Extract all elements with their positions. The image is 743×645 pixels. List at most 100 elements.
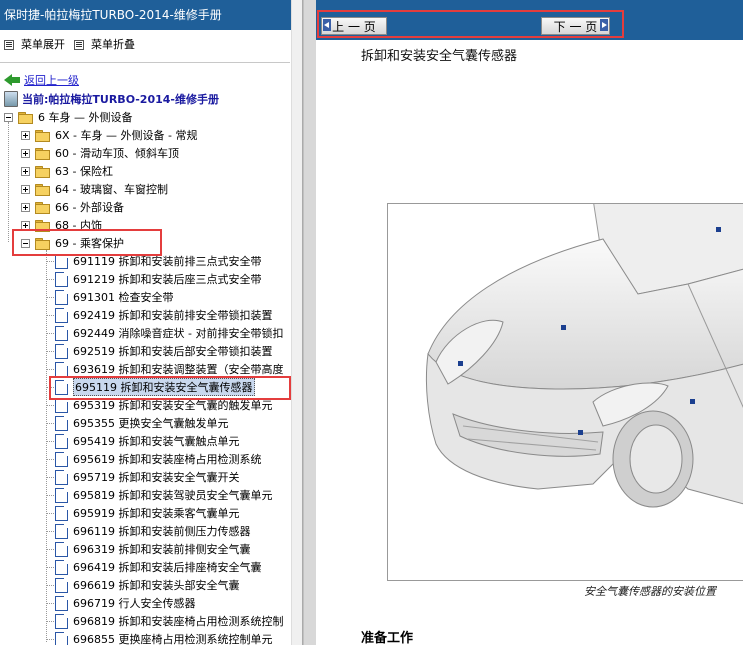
tree-guide [46,250,47,642]
tree-document-label: 691301 检查安全带 [73,291,174,304]
folder-icon [35,201,50,214]
tree-document-item[interactable]: 696819 拆卸和安装座椅占用检测系统控制 [55,612,284,630]
expand-icon[interactable] [21,166,30,176]
expand-icon[interactable] [21,202,30,212]
tree-folder-item[interactable]: 63 - 保险杠 [21,162,113,180]
tree-document-item[interactable]: 691301 检查安全带 [55,288,174,306]
tree-document-label: 692419 拆卸和安装前排安全带锁扣装置 [73,309,273,322]
tree-folder-label: 60 - 滑动车顶、倾斜车顶 [55,147,179,160]
book-icon [4,91,18,107]
tree-guide [46,387,54,388]
tree-document-item[interactable]: 695619 拆卸和安装座椅占用检测系统 [55,450,262,468]
tree-folder-item[interactable]: 68 - 内饰 [21,216,102,234]
tree-document-item[interactable]: 695119 拆卸和安装安全气囊传感器 [55,378,255,396]
tree-document-item[interactable]: 695819 拆卸和安装驾驶员安全气囊单元 [55,486,273,504]
tree-document-item[interactable]: 696719 行人安全传感器 [55,594,196,612]
tree-folder-item[interactable]: 6X - 车身 — 外侧设备 - 常规 [21,126,197,144]
tree-folder-label: 63 - 保险杠 [55,165,113,178]
tree-folder-item[interactable]: 66 - 外部设备 [21,198,124,216]
document-icon [55,361,68,377]
document-icon [55,505,68,521]
tree-document-item[interactable]: 696419 拆卸和安装后排座椅安全气囊 [55,558,262,576]
tree-node-69-passenger-protection[interactable]: 69 - 乘客保护 [21,234,124,252]
left-nav-panel: 保时捷-帕拉梅拉TURBO-2014-维修手册 菜单展开 菜单折叠 返回上一级 … [0,0,303,645]
tree-document-item[interactable]: 692449 消除噪音症状 - 对前排安全带锁扣 [55,324,283,342]
tree-document-item[interactable]: 692419 拆卸和安装前排安全带锁扣装置 [55,306,273,324]
tree-document-label: 696819 拆卸和安装座椅占用检测系统控制 [73,615,284,628]
tree-document-label: 696619 拆卸和安装头部安全气囊 [73,579,240,592]
tree-document-label: 695919 拆卸和安装乘客气囊单元 [73,507,240,520]
airbag-sensor-marker [690,399,695,404]
expand-icon[interactable] [21,220,30,230]
document-icon [55,253,68,269]
expand-icon[interactable] [21,148,30,158]
tree-document-label: 696119 拆卸和安装前侧压力传感器 [73,525,251,538]
expand-icon[interactable] [21,130,30,140]
expand-all-button[interactable]: 菜单展开 [4,38,65,52]
tree-document-item[interactable]: 696855 更换座椅占用检测系统控制单元 [55,630,273,645]
tree-document-label: 693619 拆卸和安装调整装置（安全带高度 [73,363,284,376]
tree-document-item[interactable]: 696319 拆卸和安装前排侧安全气囊 [55,540,251,558]
tree-document-label: 695355 更换安全气囊触发单元 [73,417,229,430]
left-scrollbar[interactable] [291,0,302,645]
tree-document-label: 695419 拆卸和安装气囊触点单元 [73,435,240,448]
manual-title-bar: 保时捷-帕拉梅拉TURBO-2014-维修手册 [0,0,302,30]
tree-document-item[interactable]: 695319 拆卸和安装安全气囊的触发单元 [55,396,273,414]
tree-guide [46,477,54,478]
collapse-all-button[interactable]: 菜单折叠 [74,38,135,52]
tree-document-item[interactable]: 693619 拆卸和安装调整装置（安全带高度 [55,360,284,378]
tree-folder-label: 6X - 车身 — 外侧设备 - 常规 [55,129,198,142]
expand-icon[interactable] [21,184,30,194]
tree-document-item[interactable]: 695355 更换安全气囊触发单元 [55,414,229,432]
document-icon [55,595,68,611]
back-link-label: 返回上一级 [24,74,79,87]
tree-document-label: 696855 更换座椅占用检测系统控制单元 [73,633,273,645]
document-icon [55,289,68,305]
tree-document-item[interactable]: 695419 拆卸和安装气囊触点单元 [55,432,240,450]
menu-icon [4,40,14,50]
pane-splitter[interactable] [303,0,317,645]
collapse-icon[interactable] [21,238,30,248]
document-icon [55,379,68,395]
tree-document-label: 696419 拆卸和安装后排座椅安全气囊 [73,561,262,574]
folder-icon [35,147,50,160]
tree-folder-label: 68 - 内饰 [55,219,102,232]
airbag-sensor-marker [578,430,583,435]
tree-folder-label: 64 - 玻璃窗、车窗控制 [55,183,168,196]
document-title: 拆卸和安装安全气囊传感器 [361,49,518,64]
document-icon [55,451,68,467]
airbag-sensor-marker [716,227,721,232]
prev-page-button[interactable]: 上 一 页 [321,17,387,35]
tree-document-item[interactable]: 691219 拆卸和安装后座三点式安全带 [55,270,262,288]
document-icon [55,577,68,593]
tree-guide [46,459,54,460]
arrow-right-icon [600,19,608,31]
tree-document-item[interactable]: 696619 拆卸和安装头部安全气囊 [55,576,240,594]
tree-document-item[interactable]: 695919 拆卸和安装乘客气囊单元 [55,504,240,522]
tree-guide [46,549,54,550]
collapse-icon[interactable] [4,112,13,122]
tree-document-label: 695819 拆卸和安装驾驶员安全气囊单元 [73,489,273,502]
tree-document-item[interactable]: 691119 拆卸和安装前排三点式安全带 [55,252,262,270]
back-link[interactable]: 返回上一级 [4,73,79,87]
tree-node-label: 6 车身 — 外侧设备 [38,111,133,124]
car-illustration [425,204,743,508]
tree-node-root[interactable]: 6 车身 — 外侧设备 [4,108,133,126]
document-icon [55,541,68,557]
document-icon [55,631,68,645]
tree-document-label: 695719 拆卸和安装安全气囊开关 [73,471,240,484]
page-nav-bar: 上 一 页 下 一 页 [316,0,743,40]
tree-document-item[interactable]: 695719 拆卸和安装安全气囊开关 [55,468,240,486]
arrow-left-icon [323,19,331,31]
tree-guide [46,495,54,496]
tree-document-label: 692449 消除噪音症状 - 对前排安全带锁扣 [73,327,284,340]
tree-folder-item[interactable]: 60 - 滑动车顶、倾斜车顶 [21,144,179,162]
tree-guide [46,297,54,298]
tree-document-label: 691219 拆卸和安装后座三点式安全带 [73,273,262,286]
tree-document-item[interactable]: 696119 拆卸和安装前侧压力传感器 [55,522,251,540]
tree-guide [46,585,54,586]
tree-document-item[interactable]: 692519 拆卸和安装后部安全带锁扣装置 [55,342,273,360]
tree-folder-item[interactable]: 64 - 玻璃窗、车窗控制 [21,180,168,198]
next-page-button[interactable]: 下 一 页 [541,17,610,35]
tree-guide [46,369,54,370]
